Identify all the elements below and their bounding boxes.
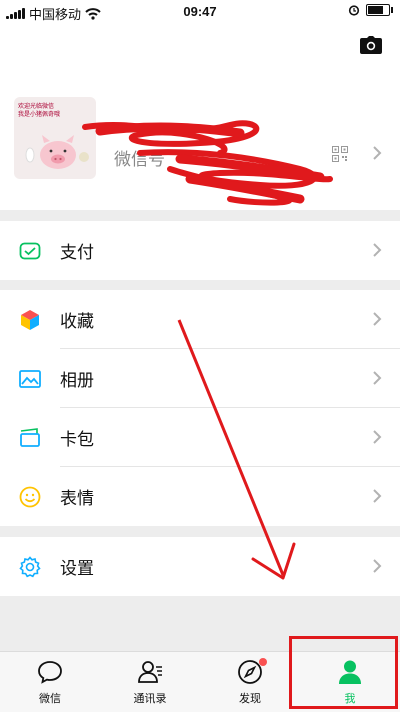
menu-label-settings: 设置 bbox=[60, 559, 94, 578]
chevron-right-icon bbox=[373, 371, 382, 385]
alarm-icon bbox=[348, 5, 360, 16]
tab-chats[interactable]: 微信 bbox=[0, 652, 100, 712]
album-icon bbox=[19, 370, 41, 388]
menu-item-stickers[interactable]: 表情 bbox=[0, 467, 400, 526]
chevron-right-icon bbox=[373, 146, 382, 160]
pay-group: 支付 bbox=[0, 221, 400, 280]
chevron-right-icon bbox=[373, 559, 382, 573]
camera-icon[interactable] bbox=[360, 36, 382, 54]
gear-icon bbox=[19, 556, 41, 578]
smiley-icon bbox=[19, 486, 41, 508]
menu-label-favorites: 收藏 bbox=[60, 312, 94, 331]
menu-label-cards: 卡包 bbox=[60, 430, 94, 449]
menu-label-pay: 支付 bbox=[60, 243, 94, 262]
tab-label-discover: 发现 bbox=[239, 693, 261, 705]
menu-label-album: 相册 bbox=[60, 371, 94, 390]
contacts-icon bbox=[138, 661, 162, 683]
status-bar: 中国移动 09:47 bbox=[0, 0, 400, 24]
tab-label-contacts: 通讯录 bbox=[133, 693, 167, 705]
pay-icon bbox=[19, 242, 41, 260]
menu-item-settings[interactable]: 设置 bbox=[0, 537, 400, 596]
chat-bubble-icon bbox=[38, 661, 62, 684]
card-wallet-icon bbox=[20, 428, 40, 447]
redaction-scribble bbox=[82, 120, 333, 206]
chevron-right-icon bbox=[373, 430, 382, 444]
battery-icon bbox=[366, 4, 393, 16]
tab-discover[interactable]: 发现 bbox=[200, 652, 300, 712]
annotation-highlight-box bbox=[289, 636, 398, 709]
tab-label-chats: 微信 bbox=[39, 693, 61, 705]
settings-group: 设置 bbox=[0, 537, 400, 596]
menu-item-pay[interactable]: 支付 bbox=[0, 221, 400, 280]
qr-code-icon[interactable] bbox=[332, 146, 348, 162]
notification-dot bbox=[259, 658, 267, 666]
menu-item-cards[interactable]: 卡包 bbox=[0, 408, 400, 467]
menu-item-album[interactable]: 相册 bbox=[0, 349, 400, 408]
chevron-right-icon bbox=[373, 243, 382, 257]
chevron-right-icon bbox=[373, 312, 382, 326]
menu-label-stickers: 表情 bbox=[60, 489, 94, 508]
clock: 09:47 bbox=[183, 4, 217, 19]
menu-item-favorites[interactable]: 收藏 bbox=[0, 290, 400, 349]
features-group: 收藏 相册 卡包 表情 bbox=[0, 290, 400, 526]
favorites-cube-icon bbox=[21, 310, 39, 330]
profile-header[interactable]: 欢迎光临微信 我是小猪佩奇哦 微信号 bbox=[0, 24, 400, 210]
tab-contacts[interactable]: 通讯录 bbox=[100, 652, 200, 712]
chevron-right-icon bbox=[373, 489, 382, 503]
